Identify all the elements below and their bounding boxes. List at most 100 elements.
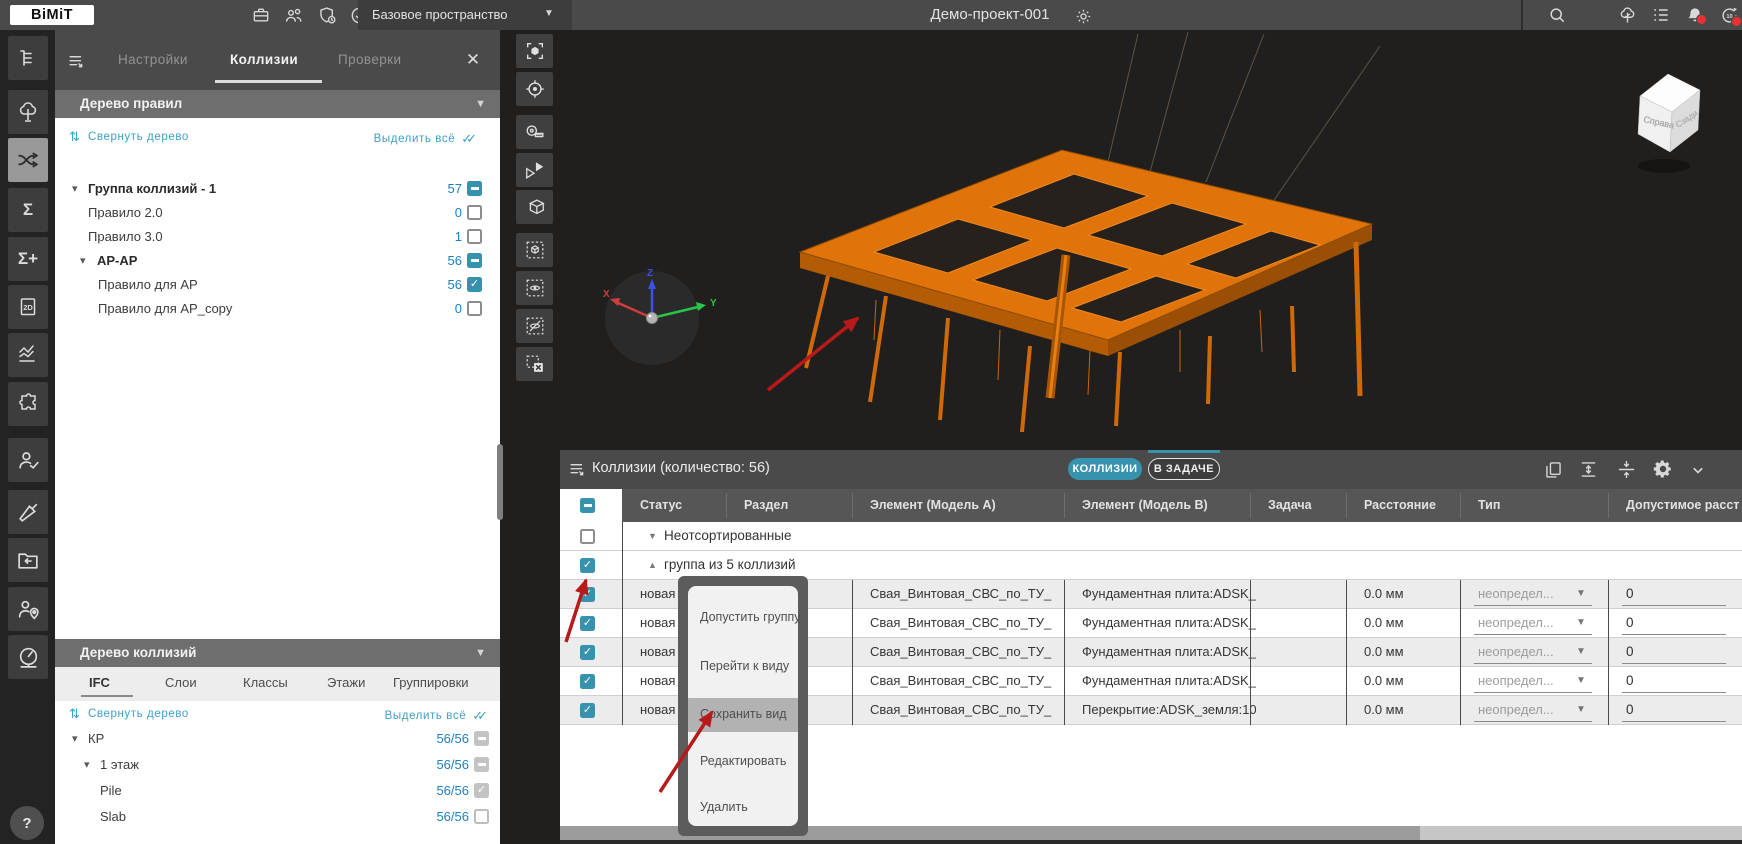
tab-ifc[interactable]: IFC — [89, 675, 110, 690]
allowed-distance-field[interactable]: 0 — [1626, 673, 1634, 688]
workspace-dropdown[interactable]: Базовое пространство ▼ — [358, 0, 572, 30]
doc-2d-button[interactable]: 2D — [8, 285, 48, 329]
scene-tree-button[interactable] — [8, 90, 48, 134]
search-icon[interactable] — [1546, 4, 1568, 26]
tree-row[interactable]: Slab 56/56 — [55, 806, 500, 830]
person-location-button[interactable] — [8, 587, 48, 631]
model-tree-button[interactable] — [8, 36, 48, 80]
mode-collisions-button[interactable]: КОЛЛИЗИИ — [1068, 458, 1142, 480]
mode-in-task-button[interactable]: В ЗАДАЧЕ — [1148, 458, 1220, 480]
sum-add-button[interactable]: Σ+ — [8, 237, 48, 281]
tab-collisions[interactable]: Коллизии — [230, 52, 298, 67]
checkbox-empty[interactable] — [474, 809, 489, 824]
checkbox-indeterminate[interactable] — [467, 181, 482, 196]
bell-icon[interactable] — [1684, 4, 1706, 26]
collision-tree-header[interactable]: Дерево коллизий ▼ — [55, 639, 500, 667]
expander-icon[interactable]: ▼ — [648, 531, 657, 541]
expander-icon[interactable]: ▲ — [648, 560, 657, 570]
checkbox-checked[interactable]: ✓ — [474, 783, 489, 798]
checkbox-checked[interactable]: ✓ — [467, 277, 482, 292]
checkbox-checked[interactable]: ✓ — [580, 587, 595, 602]
menu-item-allow-group[interactable]: Допустить группу — [700, 610, 806, 624]
close-icon[interactable]: ✕ — [463, 50, 483, 70]
chevron-down-icon[interactable] — [1688, 460, 1708, 480]
table-menu-icon[interactable] — [568, 460, 587, 479]
charts-button[interactable] — [8, 333, 48, 377]
expander-icon[interactable]: ▾ — [84, 758, 90, 771]
sum-button[interactable]: Σ — [8, 188, 48, 232]
checkbox-empty[interactable] — [580, 529, 595, 544]
group-row-unsorted[interactable]: ▼ Неотсортированные — [560, 522, 1742, 551]
collapse-panel-icon[interactable] — [67, 52, 86, 71]
tree-row[interactable]: Правило для АР 56 ✓ — [55, 274, 500, 298]
dashboard-button[interactable] — [8, 635, 48, 679]
tab-floors[interactable]: Этажи — [327, 675, 365, 690]
tree-row[interactable]: ▾ Группа коллизий - 1 57 — [55, 178, 500, 202]
history-icon[interactable]: 10 — [1718, 4, 1740, 26]
locate-button[interactable] — [516, 72, 553, 106]
menu-item-delete[interactable]: Удалить — [700, 800, 806, 814]
measure-button[interactable] — [516, 115, 553, 149]
type-dropdown[interactable]: неопредел... — [1478, 586, 1574, 601]
tree-row[interactable]: Правило для АР_copy 0 — [55, 298, 500, 322]
allowed-distance-field[interactable]: 0 — [1626, 615, 1634, 630]
section-box-button[interactable] — [516, 190, 553, 224]
expander-icon[interactable]: ▾ — [72, 182, 78, 195]
checkbox-indeterminate[interactable] — [474, 757, 489, 772]
construction-button[interactable] — [8, 490, 48, 534]
plugins-button[interactable] — [8, 382, 48, 426]
axis-gizmo[interactable]: Z X Y — [603, 268, 717, 365]
focus-selection-button[interactable] — [516, 34, 553, 68]
shield-status-icon[interactable] — [316, 4, 338, 26]
checkbox-empty[interactable] — [467, 229, 482, 244]
tree-row[interactable]: Правило 3.0 1 — [55, 226, 500, 250]
tab-checks[interactable]: Проверки — [338, 52, 401, 67]
menu-item-save-view[interactable]: Сохранить вид — [700, 707, 806, 721]
app-logo[interactable]: BiMiT — [10, 5, 94, 25]
person-check-button[interactable] — [8, 438, 48, 482]
tree-row[interactable]: Правило 2.0 0 — [55, 202, 500, 226]
checkbox-empty[interactable] — [467, 301, 482, 316]
checkbox-checked[interactable]: ✓ — [580, 616, 595, 631]
type-dropdown[interactable]: неопредел... — [1478, 673, 1574, 688]
tree-row[interactable]: ▾ КР 56/56 — [55, 728, 500, 752]
checkbox-checked[interactable]: ✓ — [580, 558, 595, 573]
checkbox-checked[interactable]: ✓ — [580, 645, 595, 660]
allowed-distance-field[interactable]: 0 — [1626, 586, 1634, 601]
checkbox-empty[interactable] — [467, 205, 482, 220]
select-all[interactable]: Выделить всё ✓✓ — [385, 708, 489, 724]
clip-plane-button[interactable] — [516, 153, 553, 187]
view-cube[interactable]: Справа Сзади — [1638, 74, 1700, 173]
allowed-distance-field[interactable]: 0 — [1626, 702, 1634, 717]
checkbox-checked[interactable]: ✓ — [580, 674, 595, 689]
tab-groupings[interactable]: Группировки — [393, 675, 469, 690]
expander-icon[interactable]: ▾ — [80, 254, 86, 267]
menu-item-go-to-view[interactable]: Перейти к виду — [700, 659, 806, 673]
type-dropdown[interactable]: неопредел... — [1478, 644, 1574, 659]
hide-button[interactable] — [516, 309, 553, 343]
select-all[interactable]: Выделить всё ✓✓ — [374, 131, 478, 147]
rules-tree-header[interactable]: Дерево правил ▼ — [55, 90, 500, 118]
collisions-button[interactable] — [8, 138, 48, 182]
tab-settings[interactable]: Настройки — [118, 52, 188, 67]
show-button[interactable] — [516, 271, 553, 305]
duplicate-icon[interactable] — [1543, 459, 1564, 480]
collapse-tree-link[interactable]: Свернуть дерево — [88, 708, 189, 720]
clear-selection-button[interactable] — [516, 347, 553, 381]
folder-export-button[interactable] — [8, 538, 48, 582]
allowed-distance-field[interactable]: 0 — [1626, 644, 1634, 659]
checkbox-indeterminate[interactable] — [474, 731, 489, 746]
checkbox-indeterminate[interactable] — [580, 498, 595, 513]
tree-row[interactable]: ▾ 1 этаж 56/56 — [55, 754, 500, 778]
checkbox-indeterminate[interactable] — [467, 253, 482, 268]
gear-icon[interactable] — [1652, 458, 1674, 480]
model-pile-cap[interactable] — [800, 150, 1372, 432]
tree-row[interactable]: Pile 56/56 ✓ — [55, 780, 500, 804]
collapse-tree-link[interactable]: Свернуть дерево — [88, 131, 189, 143]
help-button[interactable]: ? — [10, 806, 44, 840]
expander-icon[interactable]: ▾ — [72, 732, 78, 745]
isolate-button[interactable] — [516, 233, 553, 267]
collapse-tree-icon[interactable]: ⇅ — [69, 706, 80, 722]
collapse-tree-icon[interactable]: ⇅ — [69, 129, 80, 145]
project-settings-gear-icon[interactable] — [1072, 5, 1094, 27]
